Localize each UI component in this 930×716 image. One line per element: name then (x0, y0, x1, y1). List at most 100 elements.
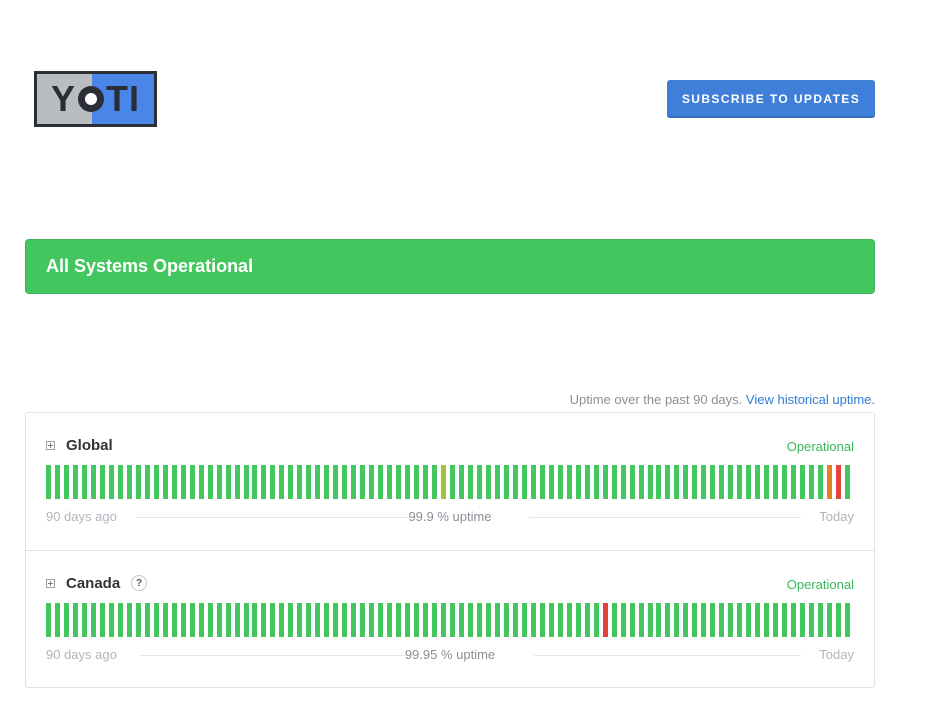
uptime-day-bar[interactable] (351, 465, 357, 499)
uptime-day-bar[interactable] (342, 465, 348, 499)
uptime-day-bar[interactable] (99, 603, 105, 637)
uptime-day-bar[interactable] (674, 465, 680, 499)
uptime-day-bar[interactable] (369, 465, 375, 499)
uptime-day-bar[interactable] (683, 465, 689, 499)
uptime-day-bar[interactable] (288, 603, 294, 637)
uptime-day-bar[interactable] (566, 465, 572, 499)
uptime-day-bar[interactable] (243, 603, 249, 637)
uptime-day-bar[interactable] (674, 603, 680, 637)
uptime-day-bar[interactable] (827, 465, 833, 499)
uptime-day-bar[interactable] (81, 603, 87, 637)
uptime-day-bar[interactable] (638, 603, 644, 637)
uptime-day-bar[interactable] (252, 603, 258, 637)
uptime-day-bar[interactable] (683, 603, 689, 637)
uptime-day-bar[interactable] (602, 465, 608, 499)
uptime-day-bar[interactable] (809, 603, 815, 637)
uptime-day-bar[interactable] (791, 465, 797, 499)
uptime-day-bar[interactable] (405, 603, 411, 637)
uptime-day-bar[interactable] (171, 603, 177, 637)
uptime-day-bar[interactable] (701, 465, 707, 499)
uptime-day-bar[interactable] (324, 603, 330, 637)
uptime-day-bar[interactable] (557, 465, 563, 499)
uptime-day-bar[interactable] (333, 465, 339, 499)
uptime-day-bar[interactable] (216, 465, 222, 499)
uptime-day-bar[interactable] (503, 465, 509, 499)
uptime-day-bar[interactable] (46, 603, 51, 637)
uptime-day-bar[interactable] (800, 465, 806, 499)
uptime-day-bar[interactable] (530, 603, 536, 637)
uptime-day-bar[interactable] (521, 465, 527, 499)
uptime-day-bar[interactable] (450, 465, 455, 499)
uptime-day-bar[interactable] (198, 465, 204, 499)
uptime-day-bar[interactable] (54, 603, 60, 637)
uptime-day-bar[interactable] (719, 603, 725, 637)
uptime-day-bar[interactable] (423, 603, 429, 637)
uptime-day-bar[interactable] (117, 603, 123, 637)
uptime-day-bar[interactable] (611, 465, 617, 499)
uptime-day-bar[interactable] (836, 603, 842, 637)
uptime-day-bar[interactable] (180, 465, 186, 499)
uptime-day-bar[interactable] (746, 465, 752, 499)
uptime-day-bar[interactable] (405, 465, 411, 499)
uptime-day-bar[interactable] (387, 603, 393, 637)
uptime-day-bar[interactable] (665, 603, 671, 637)
uptime-day-bar[interactable] (90, 603, 96, 637)
uptime-day-bar[interactable] (225, 603, 231, 637)
uptime-day-bar[interactable] (521, 603, 527, 637)
uptime-day-bar[interactable] (270, 465, 276, 499)
uptime-day-bar[interactable] (279, 603, 285, 637)
uptime-day-bar[interactable] (351, 603, 357, 637)
uptime-day-bar[interactable] (144, 603, 150, 637)
uptime-day-bar[interactable] (737, 465, 743, 499)
uptime-day-bar[interactable] (467, 603, 473, 637)
uptime-day-bar[interactable] (225, 465, 231, 499)
uptime-day-bar[interactable] (46, 465, 51, 499)
uptime-day-bar[interactable] (845, 465, 851, 499)
uptime-day-bar[interactable] (54, 465, 60, 499)
subscribe-button[interactable]: SUBSCRIBE TO UPDATES (667, 80, 875, 118)
uptime-day-bar[interactable] (261, 465, 267, 499)
uptime-day-bar[interactable] (72, 465, 78, 499)
uptime-day-bar[interactable] (656, 603, 662, 637)
uptime-day-bar[interactable] (791, 603, 797, 637)
uptime-day-bar[interactable] (306, 603, 312, 637)
uptime-day-bar[interactable] (647, 465, 653, 499)
uptime-day-bar[interactable] (485, 603, 491, 637)
uptime-day-bar[interactable] (234, 603, 240, 637)
uptime-day-bar[interactable] (773, 603, 779, 637)
uptime-day-bar[interactable] (701, 603, 707, 637)
uptime-day-bar[interactable] (692, 465, 698, 499)
uptime-day-bar[interactable] (548, 603, 554, 637)
uptime-day-bar[interactable] (261, 603, 267, 637)
uptime-day-bar[interactable] (575, 465, 581, 499)
uptime-day-bar[interactable] (90, 465, 96, 499)
uptime-day-bar[interactable] (315, 465, 321, 499)
uptime-day-bar[interactable] (144, 465, 150, 499)
uptime-day-bar[interactable] (396, 465, 402, 499)
expand-icon[interactable] (46, 441, 55, 450)
uptime-day-bar[interactable] (620, 465, 626, 499)
uptime-day-bar[interactable] (198, 603, 204, 637)
uptime-day-bar[interactable] (584, 603, 590, 637)
uptime-day-bar[interactable] (818, 603, 824, 637)
uptime-day-bar[interactable] (629, 465, 635, 499)
historical-uptime-link[interactable]: View historical uptime. (746, 392, 875, 407)
uptime-day-bar[interactable] (836, 465, 842, 499)
uptime-day-bar[interactable] (809, 465, 815, 499)
uptime-day-bar[interactable] (423, 465, 429, 499)
uptime-day-bar[interactable] (602, 603, 608, 637)
uptime-day-bar[interactable] (503, 603, 509, 637)
uptime-day-bar[interactable] (710, 603, 716, 637)
uptime-day-bar[interactable] (845, 603, 851, 637)
uptime-day-bar[interactable] (63, 603, 69, 637)
uptime-day-bar[interactable] (476, 603, 482, 637)
uptime-day-bar[interactable] (458, 465, 464, 499)
uptime-day-bar[interactable] (611, 603, 617, 637)
uptime-day-bar[interactable] (126, 465, 132, 499)
uptime-day-bar[interactable] (512, 465, 518, 499)
uptime-day-bar[interactable] (72, 603, 78, 637)
uptime-day-bar[interactable] (414, 603, 420, 637)
uptime-day-bar[interactable] (252, 465, 258, 499)
uptime-day-bar[interactable] (728, 603, 734, 637)
uptime-day-bar[interactable] (378, 603, 384, 637)
